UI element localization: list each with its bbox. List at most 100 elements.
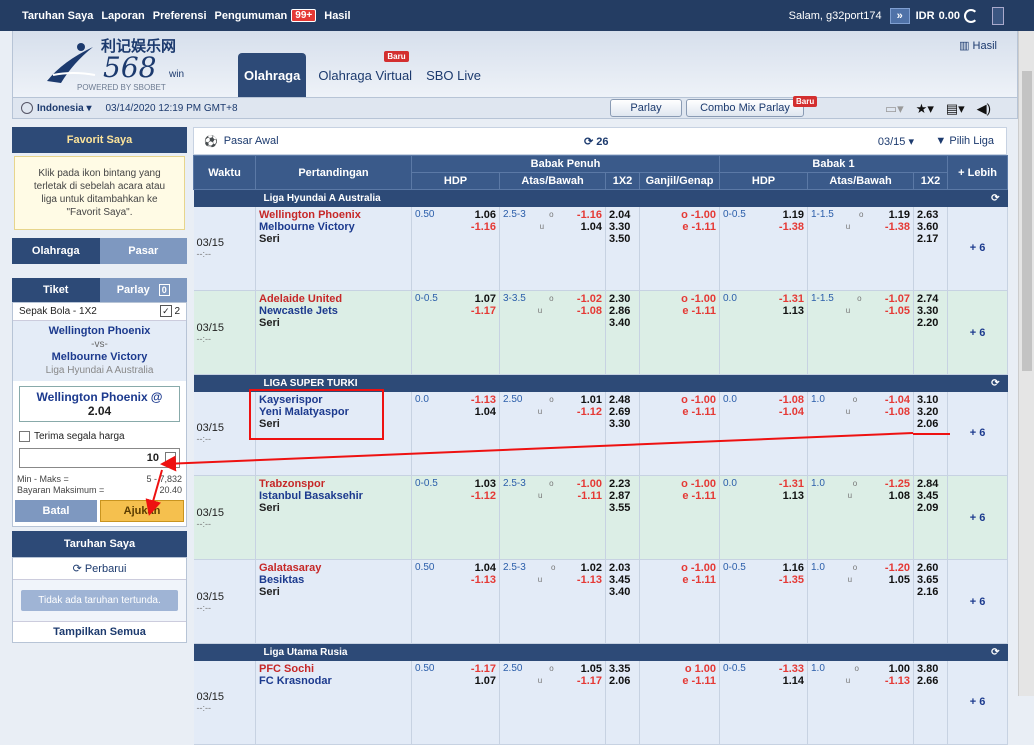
home-team[interactable]: Trabzonspor — [259, 478, 408, 490]
h1-over[interactable]: -1.04 — [885, 394, 910, 406]
odd-odds[interactable]: o 1.00 — [643, 663, 716, 675]
h1-odds-x[interactable]: 3.65 — [917, 574, 944, 586]
odd-odds[interactable]: o -1.00 — [643, 209, 716, 221]
over-odds[interactable]: 1.05 — [581, 663, 602, 675]
home-team[interactable]: Galatasaray — [259, 562, 408, 574]
odds-type-icon[interactable]: ▭▾ — [885, 101, 904, 117]
over-odds[interactable]: 1.02 — [581, 562, 602, 574]
cancel-button[interactable]: Batal — [15, 500, 97, 522]
h1-hdp-home[interactable]: 1.16 — [783, 562, 804, 574]
h1-odds-1[interactable]: 3.80 — [917, 663, 944, 675]
h1-hdp-home[interactable]: -1.08 — [779, 394, 804, 406]
clear-icon[interactable] — [165, 452, 176, 464]
odds-x[interactable]: 3.45 — [609, 574, 636, 586]
odds-1[interactable]: 3.35 — [609, 663, 636, 675]
refresh-bets[interactable]: ⟳ Perbarui — [13, 558, 186, 580]
under-odds[interactable]: 1.04 — [581, 221, 602, 233]
even-odds[interactable]: e -1.11 — [643, 305, 716, 317]
language-select[interactable]: Indonesia ▾ — [37, 103, 92, 114]
pilih-liga-button[interactable]: ▼ Pilih Liga — [935, 135, 994, 147]
hdp-home-odds[interactable]: 1.07 — [475, 293, 496, 305]
even-odds[interactable]: e -1.11 — [643, 406, 716, 418]
under-odds[interactable]: -1.08 — [577, 305, 602, 317]
away-team[interactable]: Besiktas — [259, 574, 408, 586]
h1-under[interactable]: -1.05 — [885, 305, 910, 317]
away-team[interactable]: FC Krasnodar — [259, 675, 408, 687]
h1-odds-x[interactable]: 3.60 — [917, 221, 944, 233]
hdp-home-odds[interactable]: -1.13 — [471, 394, 496, 406]
h1-hdp-away[interactable]: -1.35 — [779, 574, 804, 586]
h1-odds-x[interactable]: 2.66 — [917, 675, 944, 687]
stake-input[interactable]: 10 — [19, 448, 180, 468]
more-markets-button[interactable]: + 6 — [947, 475, 1009, 560]
hdp-home-odds[interactable]: -1.17 — [471, 663, 496, 675]
nav-preferensi[interactable]: Preferensi — [153, 10, 207, 22]
checkbox-checked-icon[interactable]: ✓ — [160, 305, 172, 317]
away-team[interactable]: Istanbul Basaksehir — [259, 490, 408, 502]
nav-taruhan-saya[interactable]: Taruhan Saya — [22, 10, 93, 22]
h1-hdp-away[interactable]: 1.13 — [783, 305, 804, 317]
h1-over[interactable]: 1.00 — [889, 663, 910, 675]
window-icon[interactable] — [992, 6, 1004, 25]
odds-2[interactable]: 3.50 — [609, 233, 636, 245]
h1-hdp-home[interactable]: 1.19 — [783, 209, 804, 221]
tab-olahraga-left[interactable]: Olahraga — [12, 238, 100, 264]
h1-hdp-away[interactable]: -1.04 — [779, 406, 804, 418]
more-markets-button[interactable]: + 6 — [947, 391, 1009, 476]
h1-odds-x[interactable]: 3.30 — [917, 305, 944, 317]
view-mode-icon[interactable]: ▤▾ — [946, 101, 965, 117]
h1-odds-1[interactable]: 3.10 — [917, 394, 944, 406]
odds-x[interactable]: 2.06 — [609, 675, 636, 687]
more-markets-button[interactable]: + 6 — [947, 660, 1009, 745]
more-markets-button[interactable]: + 6 — [947, 559, 1009, 644]
odds-x[interactable]: 2.69 — [609, 406, 636, 418]
h1-hdp-away[interactable]: -1.38 — [779, 221, 804, 233]
h1-odds-2[interactable]: 2.06 — [917, 418, 944, 430]
refresh-league-icon[interactable]: ⟳ — [947, 189, 1008, 207]
h1-odds-1[interactable]: 2.74 — [917, 293, 944, 305]
h1-hdp-home[interactable]: -1.31 — [779, 478, 804, 490]
odds-2[interactable]: 3.55 — [609, 502, 636, 514]
accept-any-odds-checkbox[interactable] — [19, 431, 30, 442]
hdp-away-odds[interactable]: -1.12 — [471, 490, 496, 502]
h1-odds-2[interactable]: 2.09 — [917, 502, 944, 514]
h1-hdp-away[interactable]: 1.13 — [783, 490, 804, 502]
odds-1[interactable]: 2.03 — [609, 562, 636, 574]
more-markets-button[interactable]: + 6 — [947, 290, 1009, 375]
under-odds[interactable]: -1.12 — [577, 406, 602, 418]
over-odds[interactable]: 1.01 — [581, 394, 602, 406]
away-team[interactable]: Melbourne Victory — [259, 221, 408, 233]
header-hasil-link[interactable]: ▥ Hasil — [959, 39, 997, 52]
refresh-league-icon[interactable]: ⟳ — [947, 374, 1008, 392]
parlay-button[interactable]: Parlay — [610, 99, 682, 117]
refresh-league-icon[interactable]: ⟳ — [947, 643, 1008, 661]
nav-laporan[interactable]: Laporan — [101, 10, 144, 22]
odds-2[interactable]: 3.40 — [609, 317, 636, 329]
home-team[interactable]: Wellington Phoenix — [259, 209, 408, 221]
submit-bet-button[interactable]: Ajukan — [100, 500, 184, 522]
tab-tiket[interactable]: Tiket — [12, 278, 100, 302]
h1-hdp-home[interactable]: -1.31 — [779, 293, 804, 305]
nav-pengumuman[interactable]: Pengumuman — [215, 10, 288, 22]
even-odds[interactable]: e -1.11 — [643, 221, 716, 233]
h1-odds-x[interactable]: 3.20 — [917, 406, 944, 418]
h1-odds-1[interactable]: 2.60 — [917, 562, 944, 574]
odds-1[interactable]: 2.23 — [609, 478, 636, 490]
hdp-home-odds[interactable]: 1.06 — [475, 209, 496, 221]
under-odds[interactable]: -1.13 — [577, 574, 602, 586]
odds-2[interactable]: 3.30 — [609, 418, 636, 430]
even-odds[interactable]: e -1.11 — [643, 675, 716, 687]
under-odds[interactable]: -1.11 — [578, 490, 602, 502]
scrollbar-thumb[interactable] — [1022, 71, 1032, 371]
home-team[interactable]: Adelaide United — [259, 293, 408, 305]
h1-odds-1[interactable]: 2.63 — [917, 209, 944, 221]
h1-under[interactable]: -1.13 — [885, 675, 910, 687]
sound-icon[interactable]: ◀) — [977, 101, 991, 117]
odds-1[interactable]: 2.04 — [609, 209, 636, 221]
h1-odds-2[interactable]: 2.17 — [917, 233, 944, 245]
hdp-away-odds[interactable]: 1.07 — [475, 675, 496, 687]
hdp-away-odds[interactable]: -1.16 — [471, 221, 496, 233]
odds-1[interactable]: 2.48 — [609, 394, 636, 406]
h1-under[interactable]: 1.05 — [889, 574, 910, 586]
h1-hdp-home[interactable]: -1.33 — [779, 663, 804, 675]
